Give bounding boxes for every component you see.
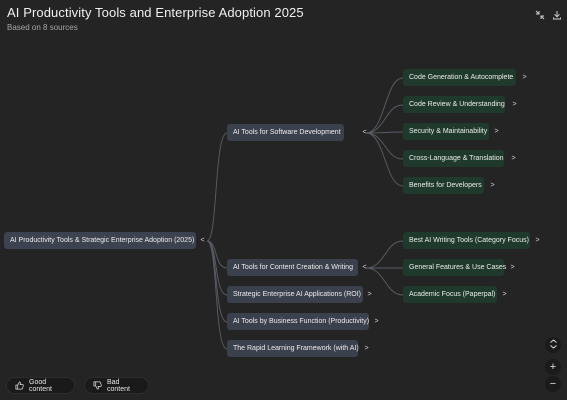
leaf-best-writing-toggle[interactable]: > <box>533 236 542 245</box>
leaf-developer-benefits-toggle[interactable]: > <box>488 181 497 190</box>
branch-rapid-learning-toggle[interactable]: > <box>362 344 371 353</box>
mindmap-view: AI Productivity Tools and Enterprise Ado… <box>0 0 567 400</box>
branch-business-function[interactable]: AI Tools by Business Function (Productiv… <box>227 313 369 330</box>
thumbs-down-icon <box>93 381 102 390</box>
branch-label: AI Tools by Business Function (Productiv… <box>233 318 370 325</box>
branch-business-toggle[interactable]: > <box>372 317 381 326</box>
branch-label: AI Tools for Software Development <box>233 129 341 136</box>
branch-rapid-learning[interactable]: The Rapid Learning Framework (with AI) <box>227 340 359 357</box>
leaf-security-toggle[interactable]: > <box>492 127 501 136</box>
expand-vertical-icon <box>549 338 558 352</box>
fit-view-button[interactable] <box>545 337 561 353</box>
mindmap-root-node[interactable]: AI Productivity Tools & Strategic Enterp… <box>4 232 196 249</box>
branch-strategic-toggle[interactable]: > <box>365 290 374 299</box>
leaf-label: Academic Focus (Paperpal) <box>409 291 496 298</box>
page-title: AI Productivity Tools and Enterprise Ado… <box>7 5 304 20</box>
branch-strategic-enterprise[interactable]: Strategic Enterprise AI Applications (RO… <box>227 286 363 303</box>
leaf-cross-language[interactable]: Cross-Language & Translation <box>403 150 504 167</box>
download-icon[interactable] <box>551 9 563 21</box>
leaf-academic-focus[interactable]: Academic Focus (Paperpal) <box>403 286 497 303</box>
leaf-code-review-toggle[interactable]: > <box>510 100 519 109</box>
branch-label: Strategic Enterprise AI Applications (RO… <box>233 291 361 298</box>
leaf-best-writing-tools[interactable]: Best AI Writing Tools (Category Focus) <box>403 232 530 249</box>
leaf-label: Code Review & Understanding <box>409 101 505 108</box>
good-content-button[interactable]: Good content <box>6 377 75 394</box>
leaf-code-generation[interactable]: Code Generation & Autocomplete <box>403 69 516 86</box>
branch-label: AI Tools for Content Creation & Writing <box>233 264 353 271</box>
leaf-label: Cross-Language & Translation <box>409 155 504 162</box>
zoom-in-button[interactable]: + <box>545 359 561 375</box>
leaf-label: Code Generation & Autocomplete <box>409 74 514 81</box>
root-node-label: AI Productivity Tools & Strategic Enterp… <box>10 237 195 244</box>
leaf-developer-benefits[interactable]: Benefits for Developers <box>403 177 484 194</box>
branch-content-creation[interactable]: AI Tools for Content Creation & Writing <box>227 259 358 276</box>
collapse-arrows-icon[interactable] <box>534 9 546 21</box>
leaf-label: Security & Maintainability <box>409 128 488 135</box>
leaf-label: Benefits for Developers <box>409 182 482 189</box>
leaf-label: Best AI Writing Tools (Category Focus) <box>409 237 529 244</box>
branch-content-toggle[interactable]: < <box>360 263 369 272</box>
leaf-security-maintainability[interactable]: Security & Maintainability <box>403 123 489 140</box>
branch-software-toggle[interactable]: < <box>360 128 369 137</box>
leaf-general-features-toggle[interactable]: > <box>508 263 517 272</box>
branch-software-development[interactable]: AI Tools for Software Development <box>227 124 344 141</box>
leaf-code-generation-toggle[interactable]: > <box>520 73 529 82</box>
bad-content-button[interactable]: Bad content <box>84 377 149 394</box>
root-collapse-toggle[interactable]: < <box>198 236 207 245</box>
thumbs-up-icon <box>15 381 24 390</box>
leaf-academic-focus-toggle[interactable]: > <box>500 290 509 299</box>
leaf-cross-language-toggle[interactable]: > <box>509 154 518 163</box>
leaf-label: General Features & Use Cases <box>409 264 507 271</box>
branch-label: The Rapid Learning Framework (with AI) <box>233 345 359 352</box>
leaf-general-features[interactable]: General Features & Use Cases <box>403 259 507 276</box>
zoom-out-button[interactable]: − <box>545 376 561 392</box>
good-content-label: Good content <box>29 378 52 393</box>
leaf-code-review[interactable]: Code Review & Understanding <box>403 96 505 113</box>
source-count: Based on 8 sources <box>7 23 78 32</box>
bad-content-label: Bad content <box>107 378 130 393</box>
